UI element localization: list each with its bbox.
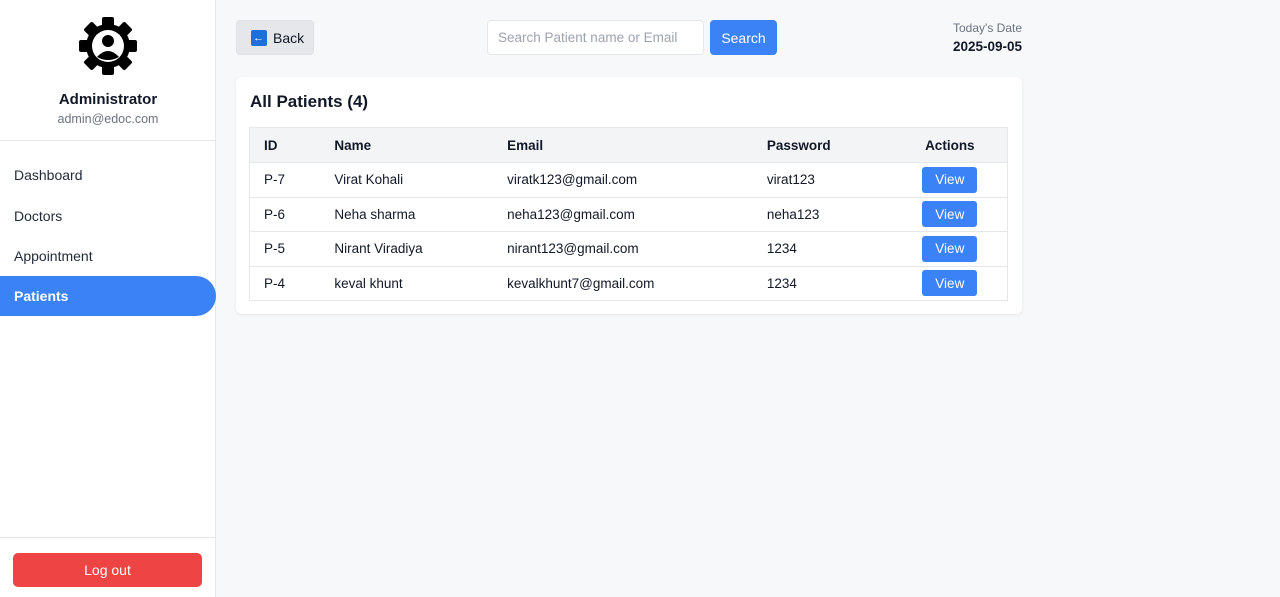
patient-name: Nirant Viradiya <box>334 241 423 257</box>
view-button[interactable]: View <box>922 270 978 297</box>
patient-id: P-5 <box>264 241 286 257</box>
search-input[interactable] <box>487 20 704 55</box>
date-label: Today's Date <box>953 21 1022 35</box>
profile-email: admin@edoc.com <box>57 112 159 126</box>
actions-cell: View <box>893 266 1008 301</box>
column-header-password: Password <box>766 137 831 153</box>
patient-password: 1234 <box>766 241 797 257</box>
patients-table: ID Name Email Password Actions P-7 Virat… <box>249 127 1008 301</box>
actions-cell: View <box>893 163 1008 198</box>
view-button[interactable]: View <box>922 166 978 193</box>
actions-cell: View <box>893 197 1008 232</box>
patient-id: P-4 <box>264 275 286 291</box>
column-header-id: ID <box>264 137 278 153</box>
table-row: P-6 Neha sharma neha123@gmail.com neha12… <box>249 197 1008 232</box>
column-header-email: Email <box>507 137 544 153</box>
actions-cell: View <box>893 232 1008 267</box>
patient-password: virat123 <box>766 172 815 188</box>
patient-name: keval khunt <box>334 275 403 291</box>
back-button[interactable]: Back <box>236 20 314 55</box>
column-header-name: Name <box>334 137 372 153</box>
patient-email: kevalkhunt7@gmail.com <box>507 275 655 291</box>
sidebar-footer: Log out <box>0 537 216 597</box>
back-arrow-icon <box>251 29 267 46</box>
profile-name: Administrator <box>58 91 158 108</box>
patient-password: neha123 <box>766 206 820 222</box>
patient-id: P-6 <box>264 206 286 222</box>
table-row: P-7 Virat Kohali viratk123@gmail.com vir… <box>249 162 1008 198</box>
logout-button[interactable]: Log out <box>13 553 202 587</box>
table-header-row: ID Name Email Password Actions <box>249 127 1008 163</box>
user-gear-icon <box>79 17 137 75</box>
patient-email: nirant123@gmail.com <box>507 241 639 257</box>
patient-id: P-7 <box>264 172 286 188</box>
table-row: P-4 keval khunt kevalkhunt7@gmail.com 12… <box>249 266 1008 301</box>
patient-name: Virat Kohali <box>334 172 404 188</box>
back-button-label: Back <box>273 29 305 46</box>
date-value: 2025-09-05 <box>952 39 1022 54</box>
profile-section: Administrator admin@edoc.com <box>0 0 215 141</box>
sidebar: Administrator admin@edoc.com Dashboard D… <box>0 0 216 597</box>
patient-email: neha123@gmail.com <box>507 206 635 222</box>
sidebar-item-doctors[interactable]: Doctors <box>0 196 216 236</box>
patient-name: Neha sharma <box>334 206 416 222</box>
search-button[interactable]: Search <box>710 20 777 55</box>
table-row: P-5 Nirant Viradiya nirant123@gmail.com … <box>249 231 1008 267</box>
patients-title: All Patients (4) <box>250 92 369 111</box>
sidebar-item-patients[interactable]: Patients <box>0 276 216 316</box>
view-button[interactable]: View <box>922 201 978 228</box>
patients-card: All Patients (4) ID Name Email Password … <box>236 77 1022 314</box>
column-header-actions: Actions <box>925 137 975 153</box>
view-button[interactable]: View <box>922 235 978 262</box>
sidebar-item-dashboard[interactable]: Dashboard <box>0 155 216 195</box>
patient-email: viratk123@gmail.com <box>507 172 638 188</box>
sidebar-item-appointment[interactable]: Appointment <box>0 236 216 276</box>
patient-password: 1234 <box>766 275 797 291</box>
